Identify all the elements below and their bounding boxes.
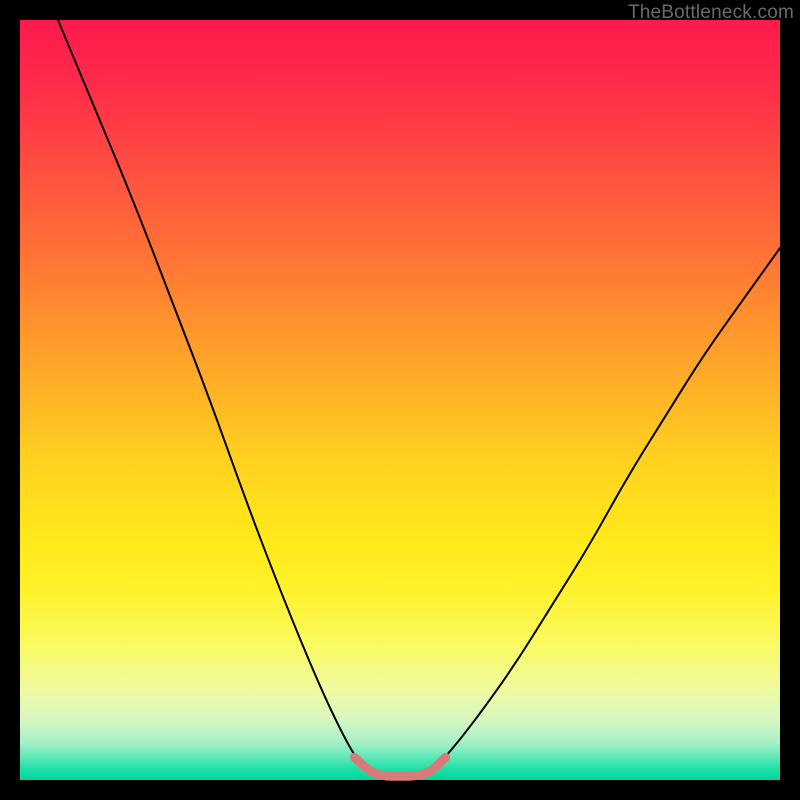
plot-area <box>20 20 780 780</box>
series-right-curve <box>430 248 780 772</box>
series-left-curve <box>58 20 370 772</box>
series-valley-floor <box>354 757 445 776</box>
chart-container: TheBottleneck.com <box>0 0 800 800</box>
chart-svg <box>20 20 780 780</box>
watermark-text: TheBottleneck.com <box>628 2 794 24</box>
